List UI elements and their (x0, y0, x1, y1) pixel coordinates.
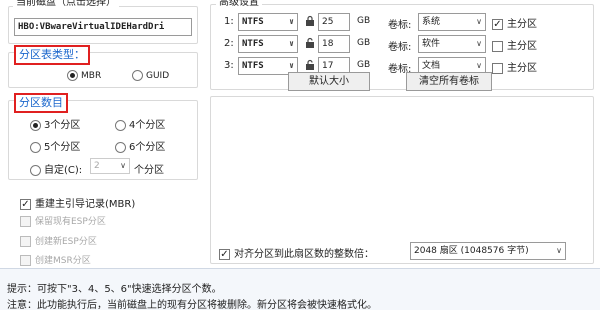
unlock-icon[interactable] (304, 37, 316, 49)
partition-count-label: 分区数目 (14, 93, 68, 113)
row-2-fs-select[interactable]: NTFS ∨ (238, 35, 298, 53)
row-3-fs-value: NTFS (242, 61, 264, 71)
create-msr-label: 创建MSR分区 (35, 256, 91, 266)
radio-4-indicator[interactable] (115, 119, 126, 131)
row-2-name-combo[interactable]: 软件 ∨ (418, 35, 486, 53)
row-1-name-combo[interactable]: 系统 ∨ (418, 13, 486, 31)
align-label: 对齐分区到此扇区数的整数倍： (234, 249, 374, 260)
row-2-primary-check-icon[interactable] (492, 40, 503, 52)
lock-icon[interactable] (304, 15, 316, 27)
radio-6-indicator[interactable] (115, 141, 126, 153)
chevron-down-icon: ∨ (289, 39, 294, 48)
row-3-unit: GB (357, 60, 371, 70)
radio-custom-indicator[interactable] (30, 164, 41, 176)
radio-3-partitions[interactable]: 3个分区 (30, 116, 80, 131)
chevron-down-icon: ∨ (556, 246, 562, 255)
row-1-index: 1: (224, 16, 234, 27)
row-1-primary-checkbox[interactable]: ✓ 主分区 (492, 15, 537, 30)
footer-hint: 提示：可按下"3、4、5、6"快速选择分区个数。 (7, 284, 222, 295)
advanced-group-legend: 高级设置 (216, 0, 262, 9)
default-size-button[interactable]: 默认大小 (288, 72, 370, 91)
create-esp-checkbox[interactable]: 创建新ESP分区 (20, 234, 97, 247)
row-1-volume-label-text: 卷标: (388, 20, 412, 31)
custom-count-value: 2 (94, 161, 100, 171)
radio-guid-indicator[interactable] (132, 70, 143, 81)
row-3-name-value: 文档 (422, 61, 441, 71)
create-msr-checkbox[interactable]: 创建MSR分区 (20, 253, 91, 266)
radio-custom-label: 自定(C): (44, 165, 83, 176)
row-3-primary-label: 主分区 (507, 63, 537, 74)
row-3-primary-checkbox[interactable]: 主分区 (492, 59, 537, 74)
align-select-value: 2048 扇区 (1048576 字节) (414, 246, 529, 256)
row-1-fs-select[interactable]: NTFS ∨ (238, 13, 298, 31)
create-esp-check-icon[interactable] (20, 236, 31, 247)
chevron-down-icon: ∨ (289, 17, 294, 26)
radio-3-indicator[interactable] (30, 119, 41, 131)
row-1-unit: GB (357, 16, 371, 26)
clear-labels-button[interactable]: 清空所有卷标 (406, 72, 492, 91)
row-2-name-value: 软件 (422, 39, 441, 49)
radio-5-label: 5个分区 (44, 142, 81, 153)
radio-guid-label: GUID (146, 71, 170, 81)
radio-custom-partitions[interactable]: 自定(C): (30, 161, 82, 176)
radio-mbr[interactable]: MBR (67, 70, 101, 81)
radio-mbr-indicator[interactable] (67, 70, 78, 81)
create-esp-label: 创建新ESP分区 (35, 237, 97, 247)
row-2-fs-value: NTFS (242, 39, 264, 49)
row-3-primary-check-icon[interactable] (492, 62, 503, 74)
unlock-icon[interactable] (304, 59, 316, 71)
align-select[interactable]: 2048 扇区 (1048576 字节) ∨ (410, 242, 566, 260)
row-2-primary-label: 主分区 (507, 41, 537, 52)
keep-esp-check-icon[interactable] (20, 216, 31, 227)
rebuild-mbr-check-icon[interactable]: ✓ (20, 198, 31, 210)
rebuild-mbr-label: 重建主引导记录(MBR) (35, 199, 136, 210)
radio-6-partitions[interactable]: 6个分区 (115, 138, 165, 153)
radio-5-partitions[interactable]: 5个分区 (30, 138, 80, 153)
create-msr-check-icon[interactable] (20, 255, 31, 266)
custom-count-combo[interactable]: 2 ∨ (90, 158, 130, 174)
chevron-down-icon: ∨ (476, 39, 482, 48)
radio-4-label: 4个分区 (129, 120, 166, 131)
disk-select[interactable]: HBO:VBwareVirtualIDEHardDri (14, 18, 192, 36)
row-2-index: 2: (224, 38, 234, 49)
radio-4-partitions[interactable]: 4个分区 (115, 116, 165, 131)
custom-count-suffix: 个分区 (134, 165, 164, 176)
row-1-size-input[interactable]: 25 (318, 13, 350, 31)
row-1-name-value: 系统 (422, 17, 441, 27)
radio-mbr-label: MBR (81, 71, 102, 81)
radio-3-label: 3个分区 (44, 120, 81, 131)
partition-table-label: 分区表类型： (14, 45, 90, 65)
row-2-unit: GB (357, 38, 371, 48)
row-2-size-input[interactable]: 18 (318, 35, 350, 53)
align-checkbox[interactable]: ✓ 对齐分区到此扇区数的整数倍： (219, 245, 374, 260)
row-2-volume-label-text: 卷标: (388, 42, 412, 53)
row-1-fs-value: NTFS (242, 17, 264, 27)
row-2-primary-checkbox[interactable]: 主分区 (492, 37, 537, 52)
align-group (210, 96, 594, 264)
radio-5-indicator[interactable] (30, 141, 41, 153)
chevron-down-icon: ∨ (476, 17, 482, 26)
chevron-down-icon: ∨ (120, 161, 126, 170)
disk-group-legend: 当前磁盘（点击选择） (13, 0, 119, 9)
row-3-index: 3: (224, 60, 234, 71)
rebuild-mbr-checkbox[interactable]: ✓ 重建主引导记录(MBR) (20, 195, 135, 210)
radio-guid[interactable]: GUID (132, 70, 169, 81)
align-check-icon[interactable]: ✓ (219, 248, 230, 260)
row-1-primary-check-icon[interactable]: ✓ (492, 18, 503, 30)
keep-esp-checkbox[interactable]: 保留现有ESP分区 (20, 214, 106, 227)
footer-warning: 注意：此功能执行后，当前磁盘上的现有分区将被删除。新分区将会被快速格式化。 (7, 300, 377, 310)
radio-6-label: 6个分区 (129, 142, 166, 153)
keep-esp-label: 保留现有ESP分区 (35, 217, 106, 227)
row-1-primary-label: 主分区 (507, 19, 537, 30)
